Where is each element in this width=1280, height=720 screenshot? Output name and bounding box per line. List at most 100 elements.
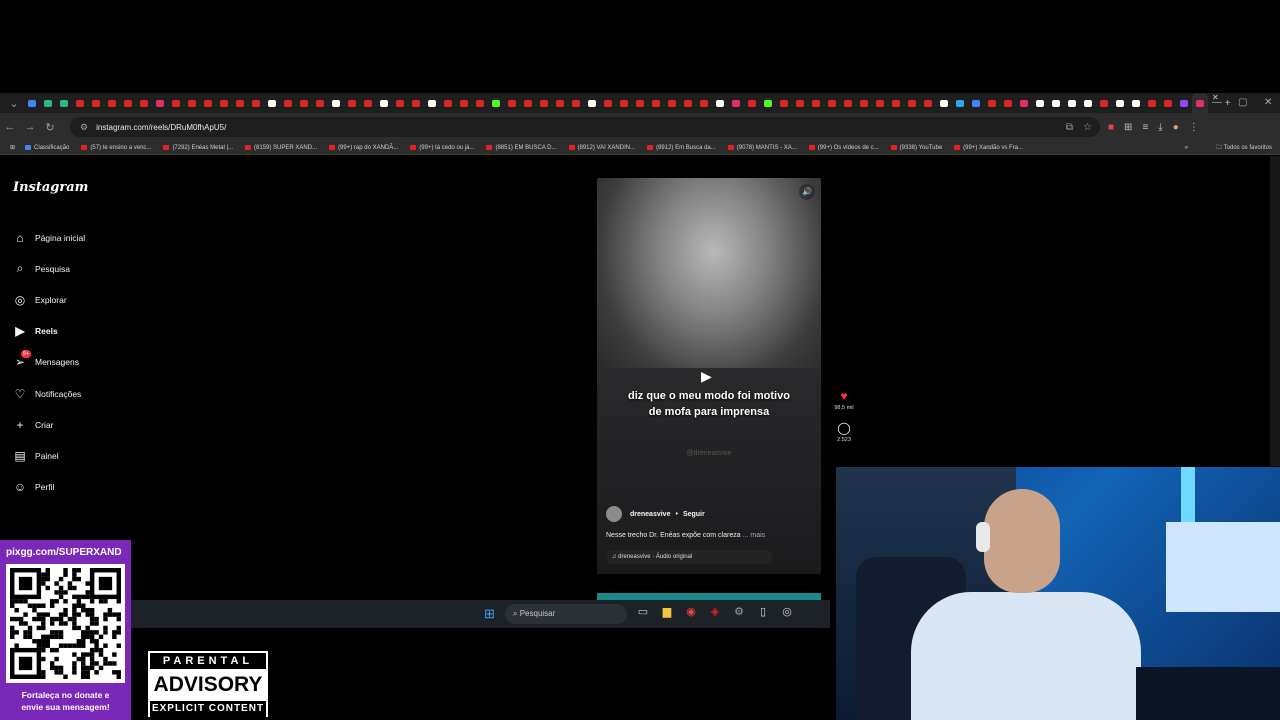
browser-tab[interactable] [1032,93,1048,113]
taskbar-search[interactable]: ⌕ Pesquisar [505,604,627,624]
bookmark-item[interactable]: (99+) tá cedo ou já... [410,145,474,151]
browser-tab[interactable] [824,93,840,113]
all-bookmarks-folder[interactable]: 🗀 Todos os favoritos [1216,141,1272,155]
new-tab-button[interactable]: + [1225,98,1231,109]
browser-tab[interactable] [664,93,680,113]
browser-tab[interactable] [856,93,872,113]
sidebar-item-reels[interactable]: ▶ Reels [13,316,85,347]
close-window-button[interactable]: ✕ [1264,93,1272,113]
browser-tab[interactable] [712,93,728,113]
browser-tab[interactable] [472,93,488,113]
sidebar-item-dashboard[interactable]: ▤ Painel [13,440,85,471]
author-avatar[interactable] [606,506,622,522]
bookmark-item[interactable]: (57) te ensino a venc... [81,145,151,151]
browser-tab[interactable] [216,93,232,113]
browser-tab[interactable] [360,93,376,113]
browser-tab[interactable] [568,93,584,113]
browser-tab[interactable] [1112,93,1128,113]
bookmark-star-icon[interactable]: ☆ [1083,122,1092,133]
maximize-button[interactable]: ▢ [1238,93,1247,113]
bookmarks-more-button[interactable]: » [1185,141,1188,155]
browser-tab[interactable] [184,93,200,113]
browser-tab[interactable] [232,93,248,113]
browser-tab[interactable] [408,93,424,113]
sidebar-item-compass[interactable]: ◎ Explorar [13,284,85,315]
browser-tab[interactable] [584,93,600,113]
file-explorer-icon[interactable]: ▆ [660,605,674,618]
minimize-button[interactable]: — [1212,93,1222,113]
settings-gear-icon[interactable]: ⚙ [732,605,746,618]
apps-grid-icon[interactable]: ⊞ [10,144,15,151]
task-view-icon[interactable]: ▭ [636,605,650,618]
comment-icon[interactable]: ◯ [829,421,859,435]
download-icon[interactable]: ⤓ [1158,122,1162,133]
follow-button[interactable]: Seguir [683,511,705,518]
browser-tab[interactable] [152,93,168,113]
extensions-puzzle-icon[interactable]: ⊞ [1124,122,1132,133]
profile-avatar-icon[interactable]: ● [1173,122,1179,133]
browser-tab[interactable] [1128,93,1144,113]
forward-arrow-icon[interactable]: → [20,121,40,133]
extension-icon[interactable]: ■ [1108,122,1114,133]
browser-tab[interactable] [632,93,648,113]
browser-tab[interactable] [72,93,88,113]
bookmark-item[interactable]: (8851) EM BUSCA D... [486,145,557,151]
browser-tab[interactable] [312,93,328,113]
browser-tab[interactable] [456,93,472,113]
bookmark-item[interactable]: (7292) Enéas Metal |... [163,145,233,151]
menu-kebab-icon[interactable]: ⋮ [1189,122,1199,133]
browser-tab[interactable] [968,93,984,113]
browser-tab[interactable] [1016,93,1032,113]
browser-tab[interactable] [168,93,184,113]
browser-tab[interactable] [280,93,296,113]
browser-tab[interactable] [552,93,568,113]
app-icon[interactable]: ◈ [708,605,722,618]
author-username[interactable]: dreneasvive [630,511,670,518]
browser-tab[interactable] [488,93,504,113]
browser-tab[interactable] [1064,93,1080,113]
site-settings-icon[interactable]: ⚙ [80,122,88,133]
browser-tab[interactable] [1000,93,1016,113]
bookmark-item[interactable]: (9078) MANTIS - XA... [727,145,797,151]
browser-tab[interactable] [872,93,888,113]
chrome-icon[interactable]: ◉ [684,605,698,618]
sidebar-item-home[interactable]: ⌂ Página inicial [13,222,85,253]
browser-tab[interactable] [328,93,344,113]
document-icon[interactable]: ▯ [756,605,770,618]
browser-tab[interactable] [744,93,760,113]
address-bar[interactable]: ⚙ instagram.com/reels/DRuM0fhApU5/ ⧉ ☆ [70,117,1100,137]
volume-icon[interactable]: 🔊 [799,184,815,200]
browser-tab[interactable] [648,93,664,113]
sidebar-item-profile[interactable]: ☺ Perfil [13,472,85,503]
browser-tab[interactable] [392,93,408,113]
browser-tab[interactable] [952,93,968,113]
browser-tab[interactable] [984,93,1000,113]
browser-tab[interactable] [200,93,216,113]
browser-tab[interactable] [840,93,856,113]
browser-tab[interactable] [1048,93,1064,113]
browser-tab[interactable] [600,93,616,113]
browser-tab[interactable] [1176,93,1192,113]
install-app-icon[interactable]: ⧉ [1066,122,1073,133]
reload-icon[interactable]: ↻ [40,121,60,134]
browser-tab[interactable] [24,93,40,113]
bookmark-item[interactable]: (8912) VAI XANDIN... [568,145,635,151]
browser-tab[interactable] [888,93,904,113]
browser-tab[interactable] [776,93,792,113]
page-scrollbar[interactable] [1270,156,1280,466]
browser-tab[interactable] [88,93,104,113]
windows-start-icon[interactable]: ⊞ [484,606,495,622]
browser-tab[interactable] [1096,93,1112,113]
tab-list-chevron-icon[interactable]: ⌄ [4,97,24,110]
browser-tab[interactable] [760,93,776,113]
sidebar-item-search[interactable]: ⌕ Pesquisa [13,253,85,284]
bookmark-item[interactable]: (99+) rap do XANDÃ... [329,145,398,151]
browser-tab[interactable] [536,93,552,113]
bookmark-item[interactable]: (8159) SUPER XAND... [245,145,317,151]
sidebar-item-plus[interactable]: + Criar [13,409,85,440]
browser-tab[interactable] [1192,93,1208,113]
browser-tab[interactable] [1144,93,1160,113]
browser-tab[interactable] [440,93,456,113]
browser-tab[interactable] [264,93,280,113]
bookmark-item[interactable]: (8912) Em Busca da... [647,145,716,151]
